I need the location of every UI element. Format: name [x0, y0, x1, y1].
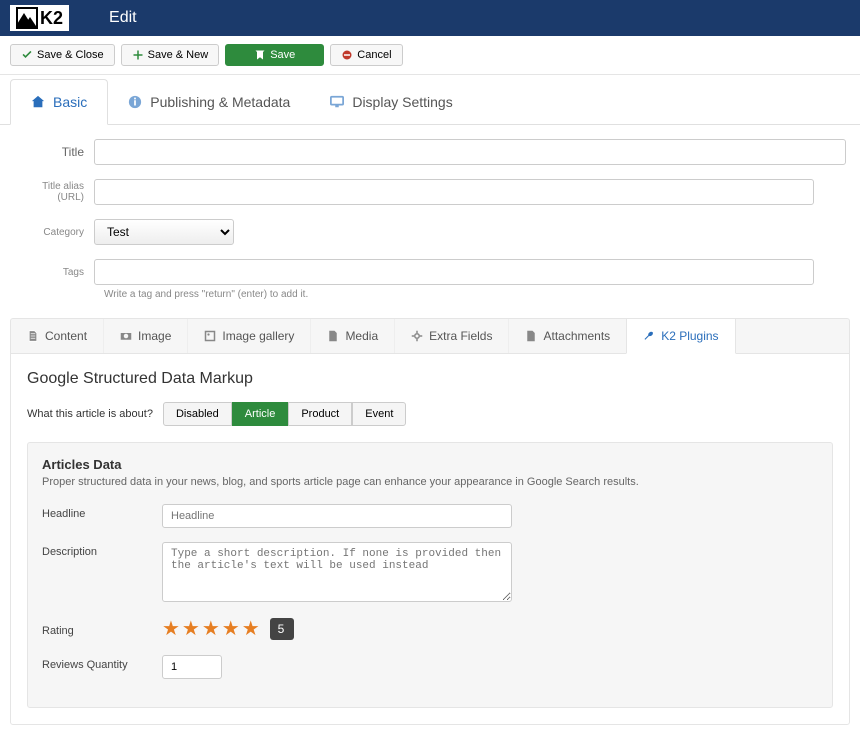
home-icon	[31, 95, 45, 109]
plugin-title: Google Structured Data Markup	[27, 370, 833, 388]
info-icon	[128, 95, 142, 109]
subtab-gallery-label: Image gallery	[222, 329, 294, 343]
tab-publishing-label: Publishing & Metadata	[150, 94, 290, 110]
headline-input[interactable]	[162, 504, 512, 528]
wrench-icon	[643, 330, 655, 342]
subtab-image-label: Image	[138, 329, 171, 343]
plus-icon	[132, 49, 144, 61]
panel-description: Proper structured data in your news, blo…	[42, 476, 818, 488]
mode-product[interactable]: Product	[288, 402, 352, 426]
toolbar: Save & Close Save & New Save Cancel	[0, 36, 860, 75]
mode-event[interactable]: Event	[352, 402, 406, 426]
title-label: Title	[14, 145, 94, 159]
tab-display-label: Display Settings	[352, 94, 452, 110]
media-icon	[327, 330, 339, 342]
subtab-plugins[interactable]: K2 Plugins	[626, 318, 735, 354]
save-button[interactable]: Save	[225, 44, 324, 66]
subtab-attachments-label: Attachments	[543, 329, 610, 343]
plugin-panel: Google Structured Data Markup What this …	[10, 353, 850, 725]
basic-form: Title Title alias (URL) CategoryTest Tag…	[0, 125, 860, 318]
mode-selector: What this article is about? Disabled Art…	[27, 402, 833, 426]
description-textarea[interactable]	[162, 542, 512, 602]
page-title: Edit	[109, 9, 137, 27]
cancel-icon	[341, 49, 353, 61]
description-label: Description	[42, 542, 162, 558]
tab-publishing[interactable]: Publishing & Metadata	[108, 79, 310, 124]
cancel-label: Cancel	[357, 49, 391, 61]
save-close-button[interactable]: Save & Close	[10, 44, 115, 66]
rating-badge: 5	[270, 618, 295, 640]
app-logo: K2	[10, 5, 69, 31]
app-header: K2 Edit	[0, 0, 860, 36]
tab-display[interactable]: Display Settings	[310, 79, 472, 124]
subtab-plugins-label: K2 Plugins	[661, 329, 718, 343]
main-tabs: Basic Publishing & Metadata Display Sett…	[0, 79, 860, 125]
save-new-label: Save & New	[148, 49, 209, 61]
logo-text: K2	[40, 8, 63, 29]
content-subtabs: Content Image Image gallery Media Extra …	[10, 318, 850, 353]
reviews-input[interactable]	[162, 655, 222, 679]
alias-input[interactable]	[94, 179, 814, 205]
gear-icon	[411, 330, 423, 342]
subtab-image[interactable]: Image	[104, 319, 188, 353]
alias-label: Title alias (URL)	[14, 181, 94, 203]
subtab-media-label: Media	[345, 329, 378, 343]
tags-label: Tags	[14, 267, 94, 278]
camera-icon	[120, 330, 132, 342]
mode-article[interactable]: Article	[232, 402, 289, 426]
logo-mountain-icon	[16, 7, 38, 29]
articles-data-panel: Articles Data Proper structured data in …	[27, 442, 833, 708]
subtab-content[interactable]: Content	[11, 319, 104, 353]
subtab-gallery[interactable]: Image gallery	[188, 319, 311, 353]
subtab-content-label: Content	[45, 329, 87, 343]
save-close-label: Save & Close	[37, 49, 104, 61]
subtab-extra[interactable]: Extra Fields	[395, 319, 509, 353]
subtab-media[interactable]: Media	[311, 319, 395, 353]
rating-label: Rating	[42, 621, 162, 637]
tags-input[interactable]	[94, 259, 814, 285]
document-icon	[27, 330, 39, 342]
category-select[interactable]: Test	[94, 219, 234, 245]
tab-basic[interactable]: Basic	[10, 79, 108, 125]
save-new-button[interactable]: Save & New	[121, 44, 220, 66]
modes-label: What this article is about?	[27, 408, 153, 420]
tags-hint: Write a tag and press "return" (enter) t…	[104, 289, 846, 300]
mode-disabled[interactable]: Disabled	[163, 402, 232, 426]
check-icon	[21, 49, 33, 61]
gallery-icon	[204, 330, 216, 342]
headline-label: Headline	[42, 504, 162, 520]
title-input[interactable]	[94, 139, 846, 165]
attachment-icon	[525, 330, 537, 342]
save-icon	[254, 49, 266, 61]
subtab-extra-label: Extra Fields	[429, 329, 492, 343]
reviews-label: Reviews Quantity	[42, 655, 162, 671]
save-label: Save	[270, 49, 295, 61]
monitor-icon	[330, 95, 344, 109]
tab-basic-label: Basic	[53, 94, 87, 110]
cancel-button[interactable]: Cancel	[330, 44, 402, 66]
panel-title: Articles Data	[42, 457, 818, 472]
category-label: Category	[14, 227, 94, 238]
subtab-attachments[interactable]: Attachments	[509, 319, 627, 353]
